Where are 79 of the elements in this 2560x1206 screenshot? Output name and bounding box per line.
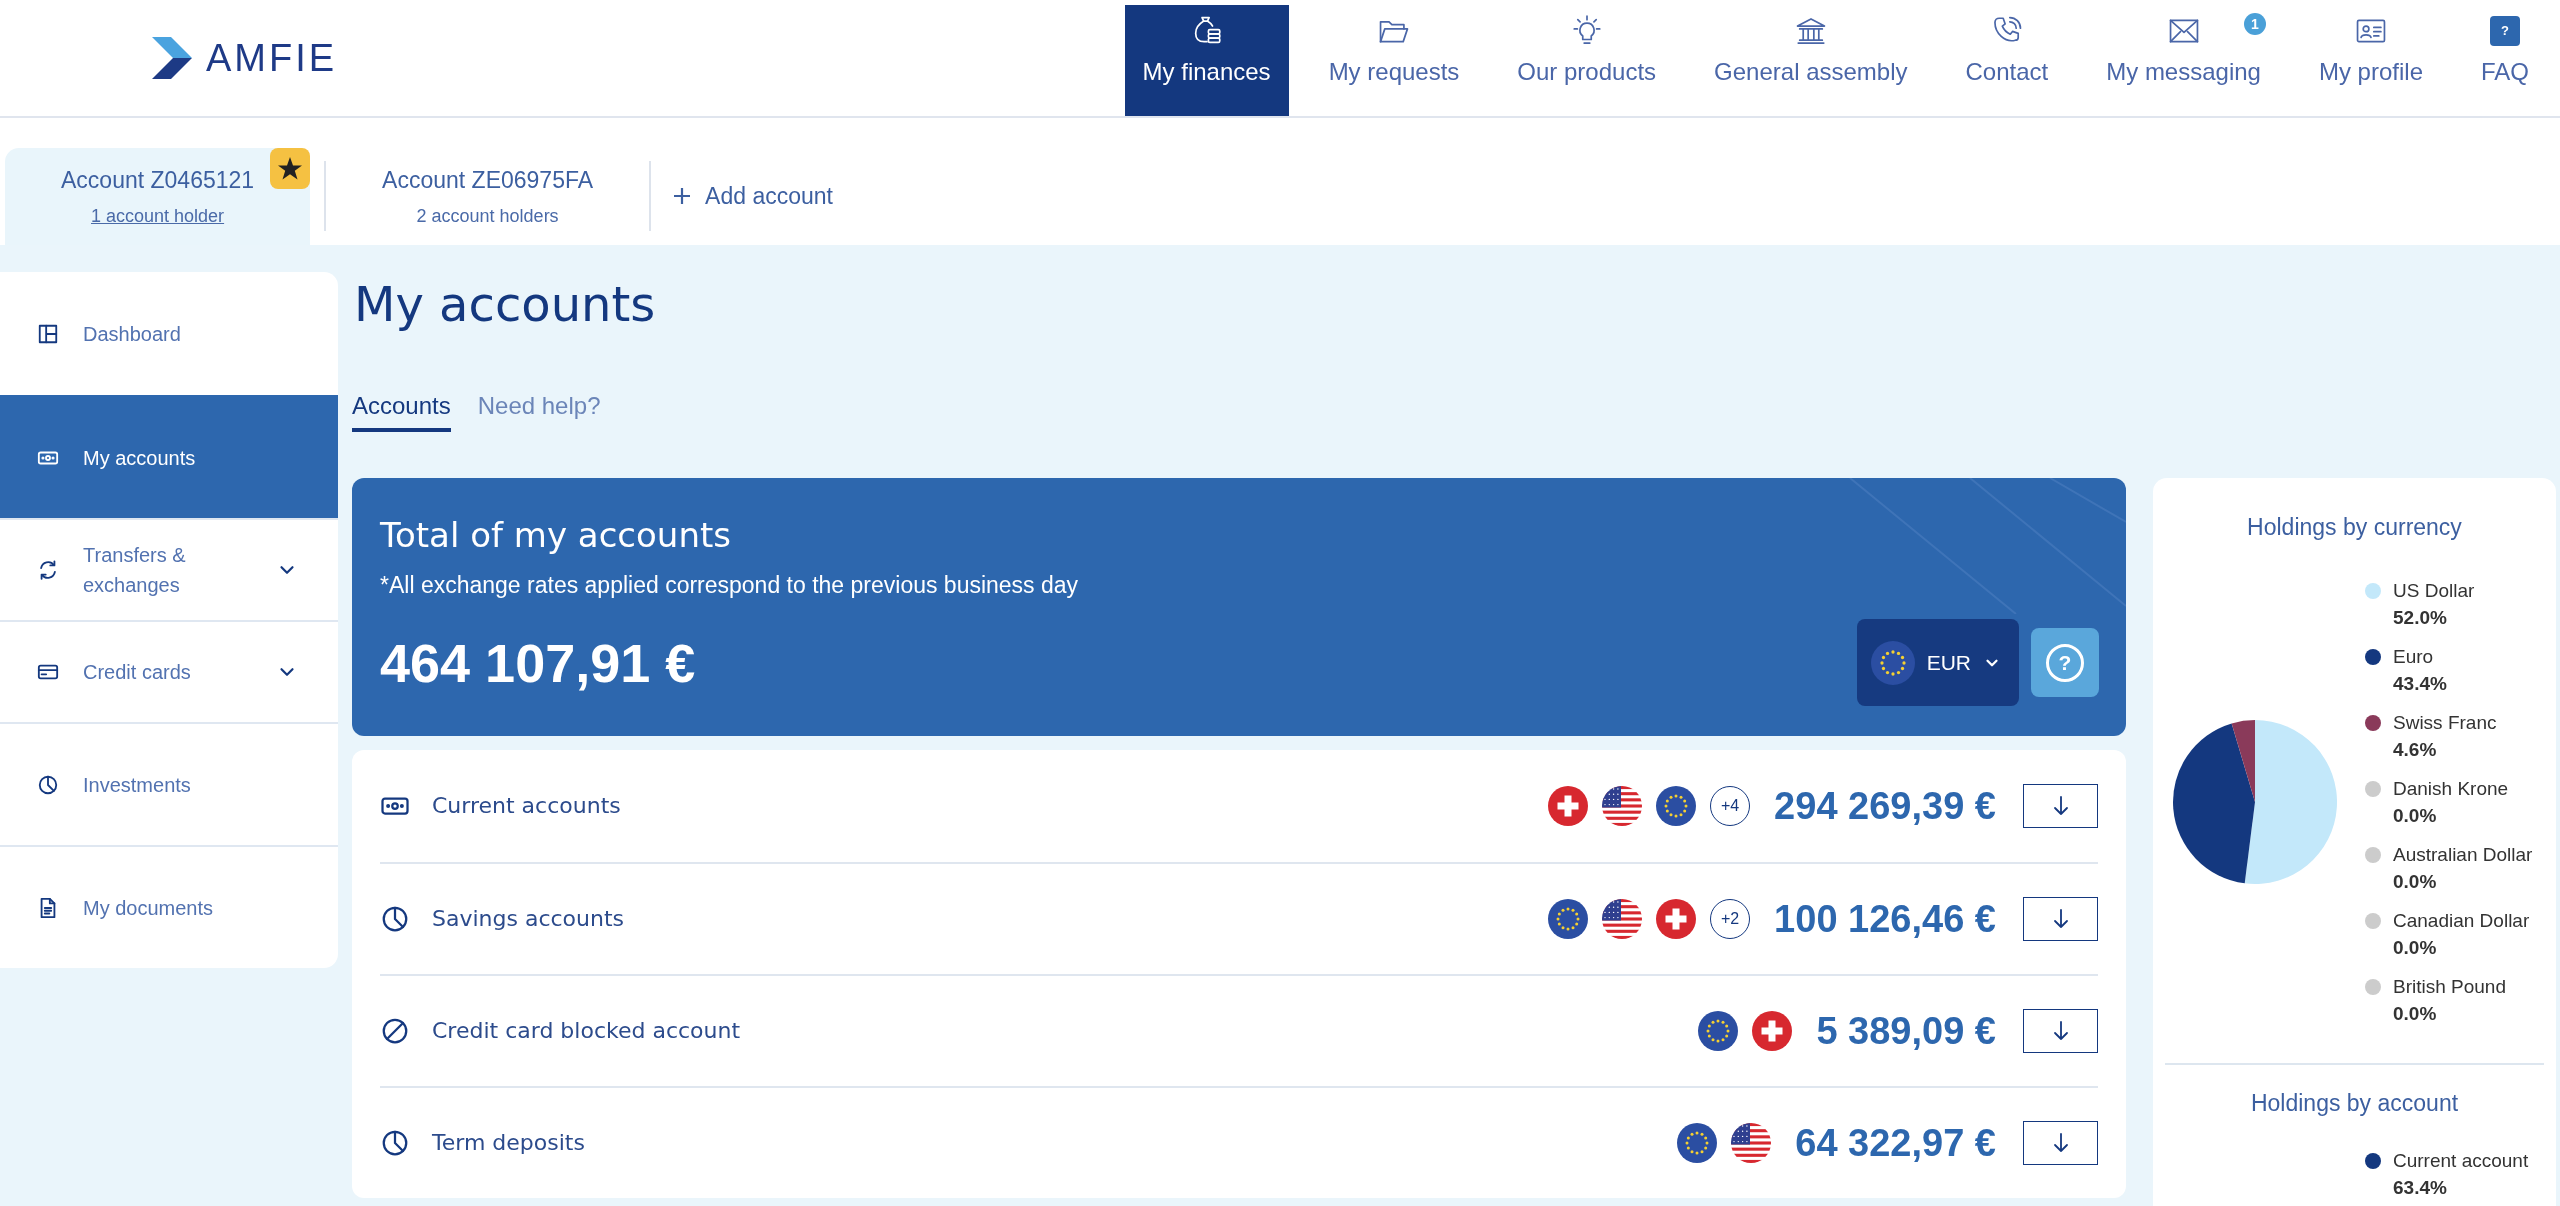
tab[interactable]: Accounts xyxy=(352,391,451,432)
expand-button[interactable] xyxy=(2023,784,2098,828)
account-amount: 64 322,97 € xyxy=(1795,1121,1996,1165)
nav-tab[interactable]: My requests xyxy=(1310,5,1478,116)
pie-chart-icon xyxy=(380,1128,410,1158)
us-flag-icon xyxy=(1731,1123,1772,1163)
nav-tab[interactable]: My finances xyxy=(1124,5,1289,116)
expand-button[interactable] xyxy=(2023,1121,2098,1165)
account-tab[interactable]: Account ZE06975FA 2 account holders xyxy=(326,148,650,245)
chevron-logo-icon xyxy=(152,37,192,79)
account-type-label: Term deposits xyxy=(432,1129,585,1157)
tab[interactable]: Need help? xyxy=(477,391,601,432)
eu-flag-icon xyxy=(1656,786,1697,826)
legend-value: 0.0% xyxy=(2393,936,2438,960)
legend-label: Euro xyxy=(2393,645,2435,669)
legend-label: US Dollar xyxy=(2393,579,2476,603)
legend-value: 43.4% xyxy=(2393,672,2448,696)
sidebar-item[interactable]: My documents xyxy=(0,845,338,968)
legend-value: 4.6% xyxy=(2393,738,2438,762)
eu-flag-icon xyxy=(1870,640,1915,685)
account-amount: 100 126,46 € xyxy=(1774,897,1996,941)
nav-tab[interactable]: Our products xyxy=(1499,5,1675,116)
account-type-label: Current accounts xyxy=(432,792,621,820)
swiss-flag-icon xyxy=(1656,899,1697,939)
legend-value: 0.0% xyxy=(2393,870,2438,894)
pie-chart-icon xyxy=(37,773,59,796)
page-title: My accounts xyxy=(354,275,657,334)
plus-icon xyxy=(673,187,692,205)
total-amount: 464 107,91 € xyxy=(380,631,696,695)
notification-badge: 1 xyxy=(2243,13,2266,35)
exchange-rate-note: *All exchange rates applied correspond to the previous business day xyxy=(380,571,1080,599)
account-type-label: Credit card blocked account xyxy=(432,1017,741,1045)
pie-chart-icon xyxy=(380,904,410,934)
account-amount: 5 389,09 € xyxy=(1816,1009,1996,1053)
account-holders-label: 2 account holders xyxy=(416,205,559,227)
sidebar-item[interactable]: My accounts xyxy=(0,395,338,518)
dashboard-icon xyxy=(37,322,59,345)
nav-tab[interactable]: Contact xyxy=(1947,5,2067,116)
sidebar-item[interactable]: Dashboard xyxy=(0,272,338,395)
expand-button[interactable] xyxy=(2023,897,2098,941)
legend-label: Danish Krone xyxy=(2393,777,2510,801)
account-amount: 294 269,39 € xyxy=(1774,784,1996,828)
card-title: Total of my accounts xyxy=(380,514,732,556)
legend-label: Current account xyxy=(2393,1149,2530,1173)
account-type-label: Savings accounts xyxy=(432,905,625,933)
chart-title: Holdings by account xyxy=(2249,1089,2460,1117)
refresh-icon xyxy=(37,559,59,581)
swiss-flag-icon xyxy=(1548,786,1589,826)
currency-selector[interactable]: EUR xyxy=(1856,619,2019,706)
account-tab[interactable]: Account Z0465121 1 account holder xyxy=(5,148,311,245)
legend-label: Australian Dollar xyxy=(2393,843,2533,867)
prohibited-icon xyxy=(380,1016,410,1046)
sidebar-item[interactable]: Credit cards xyxy=(0,620,338,722)
us-flag-icon xyxy=(1602,899,1643,939)
legend-value: 0.0% xyxy=(2393,1002,2438,1026)
logo-text: AMFIE xyxy=(206,39,338,77)
legend-label: British Pound xyxy=(2393,975,2507,999)
legend-label: Canadian Dollar xyxy=(2393,909,2531,933)
eu-flag-icon xyxy=(1698,1011,1739,1051)
question-mark-icon: ? xyxy=(2046,643,2084,682)
add-account-button[interactable]: Add account xyxy=(673,166,833,226)
swiss-flag-icon xyxy=(1752,1011,1793,1051)
expand-button[interactable] xyxy=(2023,1009,2098,1053)
legend-value: 0.0% xyxy=(2393,804,2438,828)
nav-tab[interactable]: My profile xyxy=(2300,5,2441,116)
nav-tab[interactable]: General assembly xyxy=(1696,5,1926,116)
legend-value: 63.4% xyxy=(2393,1176,2448,1200)
nav-tab[interactable]: 1 My messaging xyxy=(2088,5,2279,116)
question-mark-icon: ? xyxy=(2490,16,2520,46)
nav-tab[interactable]: ? FAQ xyxy=(2463,5,2547,116)
sidebar-item[interactable]: Investments xyxy=(0,722,338,845)
legend-value: 52.0% xyxy=(2393,606,2448,630)
account-holders-link[interactable]: 1 account holder xyxy=(91,205,225,227)
eu-flag-icon xyxy=(1548,899,1589,939)
us-flag-icon xyxy=(1602,786,1643,826)
sidebar-item[interactable]: Transfers & exchanges xyxy=(0,518,338,620)
eu-flag-icon xyxy=(1677,1123,1718,1163)
chart-title: Holdings by currency xyxy=(2246,513,2463,541)
legend-label: Swiss Franc xyxy=(2393,711,2498,735)
